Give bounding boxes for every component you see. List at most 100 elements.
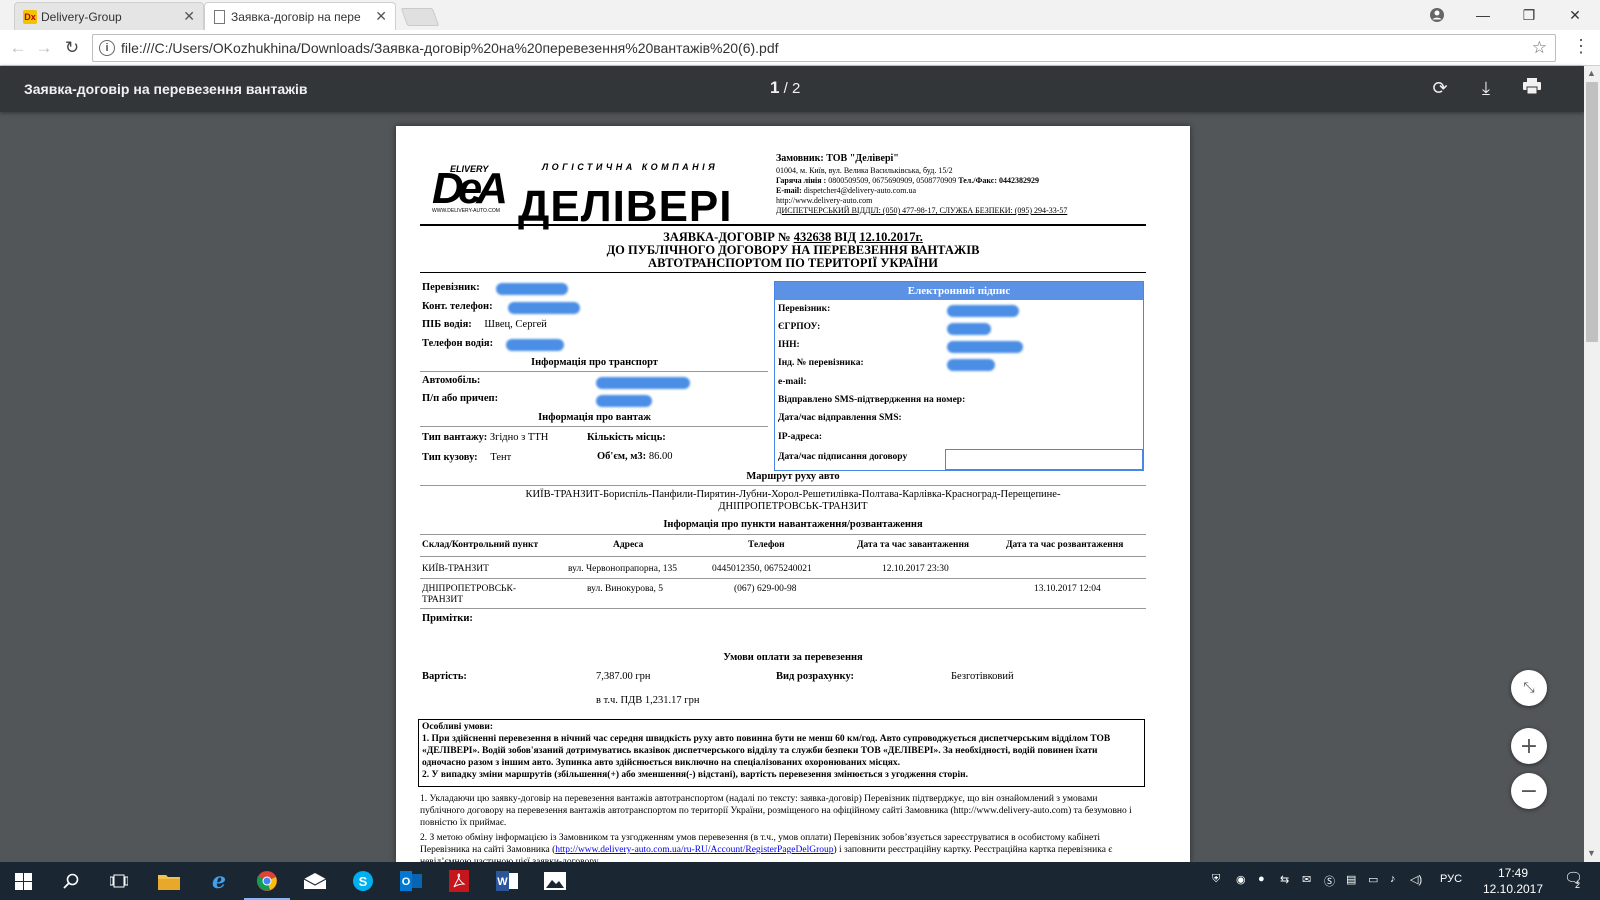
tray-volume-icon[interactable]: ♪ <box>1390 873 1396 885</box>
paragraph-2: 2. З метою обміну інформацією із Замовни… <box>420 833 1113 862</box>
heading-line3: АВТОТРАНСПОРТОМ ПО ТЕРИТОРІЇ УКРАЇНИ <box>648 256 938 270</box>
menu-icon[interactable]: ⋮ <box>1572 36 1590 57</box>
electronic-signature-box: Електронний підпис Перевізник: ЄГРПОУ: І… <box>774 281 1144 471</box>
info-icon[interactable]: i <box>99 40 115 56</box>
customer-name: ТОВ "Делівері" <box>826 153 899 164</box>
pdf-title: Заявка-договір на перевезення вантажів <box>24 81 308 97</box>
internet-explorer-icon[interactable]: e <box>206 868 232 894</box>
col-unload: Дата та час розвантаження <box>1006 540 1124 550</box>
tab-title: Заявка-договір на пере <box>231 9 361 24</box>
vat-value: в т.ч. ПДВ 1,231.17 грн <box>596 695 700 706</box>
profile-icon[interactable] <box>1414 0 1460 30</box>
back-icon[interactable]: ← <box>6 36 30 60</box>
tray-sync-icon[interactable]: ⇆ <box>1280 873 1289 886</box>
svg-text:S: S <box>359 874 368 889</box>
volume: 86.00 <box>648 451 673 462</box>
chrome-icon[interactable] <box>244 868 290 900</box>
col-address: Адреса <box>613 540 644 550</box>
reload-icon[interactable]: ↻ <box>60 36 84 60</box>
customer-label: Замовник: <box>776 153 824 164</box>
current-page[interactable]: 1 <box>770 78 779 97</box>
register-link[interactable]: http://www.delivery-auto.com.ua/ru-RU/Ac… <box>555 845 833 855</box>
contract-date: 12.10.2017г. <box>859 230 923 244</box>
special-conditions-box: Особливі умови: 1. При здійсненні переве… <box>418 719 1145 787</box>
mail-icon[interactable] <box>302 868 328 894</box>
forward-icon[interactable]: → <box>32 36 56 60</box>
skype-icon[interactable]: S <box>350 868 376 894</box>
tab-pdf[interactable]: Заявка-договір на пере ✕ <box>204 2 396 30</box>
fit-to-page-icon[interactable]: ⤡ <box>1511 670 1547 706</box>
restore-icon[interactable]: ❐ <box>1506 0 1552 30</box>
close-window-icon[interactable]: ✕ <box>1552 0 1598 30</box>
col-point: Склад/Контрольний пункт <box>422 540 539 550</box>
tab-title: Delivery-Group <box>41 9 122 24</box>
driver-label: ПІБ водія: <box>422 319 472 330</box>
trailer-label: П/п або причеп: <box>422 393 499 404</box>
language-indicator[interactable]: РУС <box>1440 873 1462 885</box>
tray-outlook-icon[interactable]: ✉ <box>1302 873 1311 886</box>
body-type: Тент <box>490 452 512 463</box>
redacted-esig-inn <box>947 341 1023 353</box>
zoom-in-icon[interactable]: + <box>1511 728 1547 764</box>
task-view-icon[interactable] <box>106 868 132 894</box>
print-icon[interactable] <box>1520 78 1544 99</box>
route-line1: КИЇВ-ТРАНЗИТ-Бориспіль-Панфили-Пирятин-Л… <box>525 489 1061 500</box>
rotate-icon[interactable]: ⟳ <box>1428 78 1452 99</box>
paragraph-1: 1. Укладаючи цю заявку-договір на переве… <box>420 794 1132 828</box>
search-icon[interactable] <box>58 868 84 894</box>
redacted-esig-id <box>947 359 995 371</box>
cargo-header: Інформація про вантаж <box>538 412 651 423</box>
cost-value: 7,387.00 грн <box>596 671 651 682</box>
svg-text:O: O <box>402 876 411 888</box>
tray-network-icon[interactable]: ▤ <box>1346 873 1356 886</box>
tray-chat-icon[interactable]: ● <box>1258 873 1265 885</box>
auto-label: Автомобіль: <box>422 375 481 386</box>
tab-close-icon[interactable]: ✕ <box>183 8 195 25</box>
redacted-auto <box>596 377 690 389</box>
notifications-icon[interactable]: 🗨 <box>1564 869 1583 887</box>
redacted-carrier <box>496 283 568 295</box>
download-icon[interactable]: ⤓ <box>1474 78 1498 99</box>
clock[interactable]: 17:49 12.10.2017 <box>1478 865 1548 897</box>
vertical-scrollbar[interactable]: ▲ ▼ <box>1584 66 1600 862</box>
driver-name: Швец, Сергей <box>484 319 547 330</box>
file-explorer-icon[interactable] <box>156 868 182 894</box>
pdf-page: DeA ELIVERY WWW.DELIVERY-AUTO.COM ЛОГІСТ… <box>396 126 1190 862</box>
new-tab-button[interactable] <box>400 8 440 26</box>
zoom-out-icon[interactable]: − <box>1511 773 1547 809</box>
tray-device-icon[interactable]: ▭ <box>1368 873 1378 886</box>
notification-count: 2 <box>1575 880 1581 890</box>
tray-speaker-icon[interactable]: ◁) <box>1410 873 1422 886</box>
esig-header: Електронний підпис <box>775 282 1143 300</box>
url-text: file:///C:/Users/OKozhukhina/Downloads/З… <box>121 40 779 56</box>
tab-delivery-group[interactable]: Dx Delivery-Group ✕ <box>14 2 204 30</box>
cost-label: Вартість: <box>422 671 467 682</box>
tray-app-icon[interactable]: ◉ <box>1236 873 1246 886</box>
scroll-down-icon[interactable]: ▼ <box>1587 848 1596 858</box>
redacted-esig-carrier <box>947 305 1019 317</box>
driver-phone-label: Телефон водія: <box>422 338 494 349</box>
word-icon[interactable]: W <box>494 868 520 894</box>
minimize-icon[interactable]: — <box>1460 0 1506 30</box>
tray-skype-icon[interactable]: Ⓢ <box>1324 873 1335 889</box>
customer-address: 01004, м. Київ, вул. Велика Васильківськ… <box>776 166 953 175</box>
tab-close-icon[interactable]: ✕ <box>375 8 387 25</box>
transport-header: Інформація про транспорт <box>531 357 658 368</box>
phone-label: Конт. телефон: <box>422 301 493 312</box>
carrier-label: Перевізник: <box>422 282 480 293</box>
notes-label: Примітки: <box>422 613 473 624</box>
scroll-up-icon[interactable]: ▲ <box>1587 68 1596 78</box>
windows-start-icon[interactable] <box>10 868 36 894</box>
photos-icon[interactable] <box>542 868 568 894</box>
signature-date-field <box>945 449 1143 470</box>
dg-favicon-icon: Dx <box>23 10 37 24</box>
address-bar[interactable]: i file:///C:/Users/OKozhukhina/Downloads… <box>92 34 1556 62</box>
scroll-thumb[interactable] <box>1586 82 1598 342</box>
browser-window: Dx Delivery-Group ✕ Заявка-договір на пе… <box>0 0 1600 900</box>
outlook-icon[interactable]: O <box>398 868 424 894</box>
col-load: Дата та час завантаження <box>857 540 970 550</box>
bookmark-star-icon[interactable]: ☆ <box>1532 38 1547 58</box>
tray-shield-icon[interactable]: ⛨ <box>1212 873 1220 886</box>
acrobat-icon[interactable] <box>446 868 472 894</box>
dispatch-phones: ДИСПЕТЧЕРСЬКИЙ ВІДДІЛ: (050) 477-98-17, … <box>776 206 1068 215</box>
